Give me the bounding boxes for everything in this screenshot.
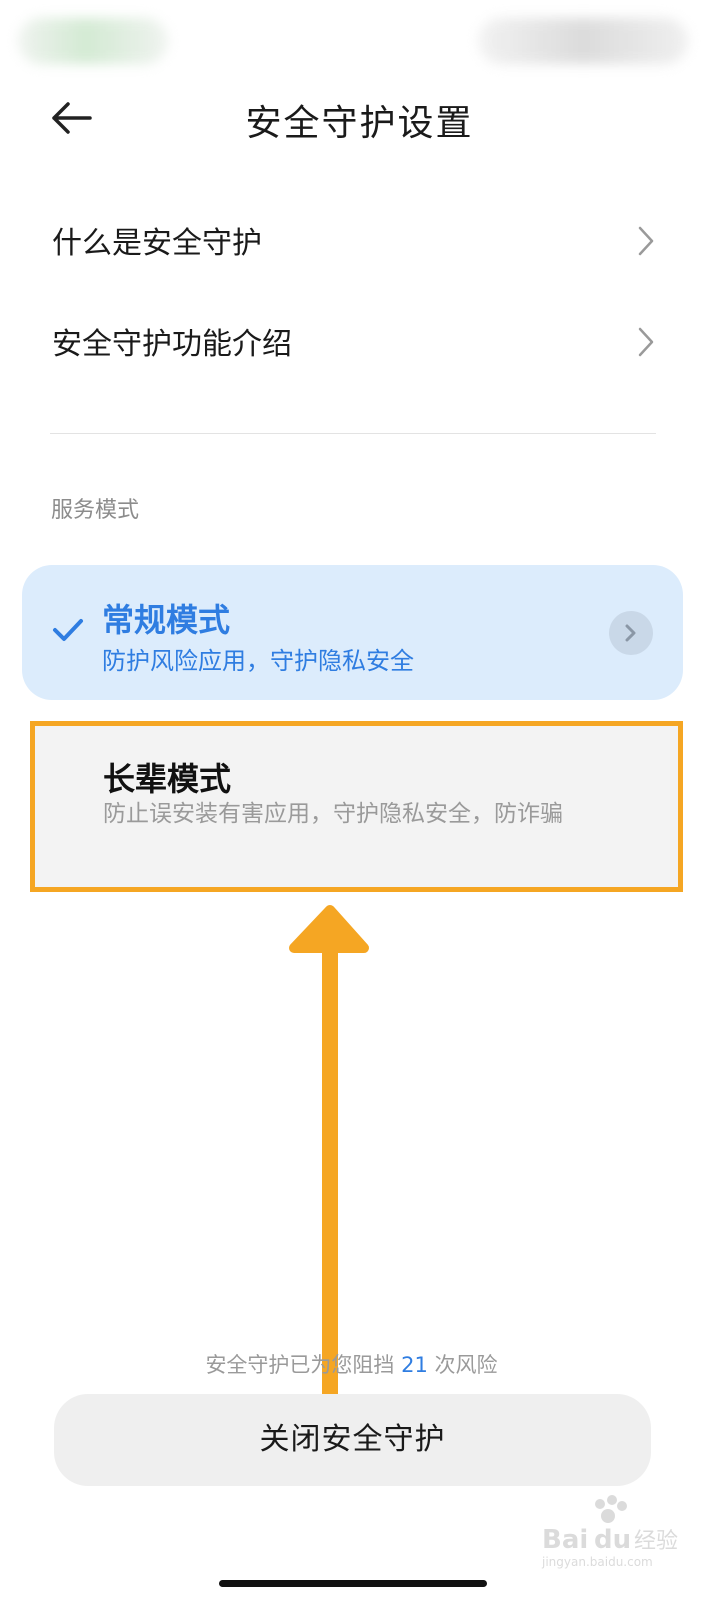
svg-text:jingyan.baidu.com: jingyan.baidu.com <box>541 1555 653 1569</box>
check-icon <box>53 619 83 641</box>
chevron-right-icon <box>638 327 654 357</box>
menu-item-label: 什么是安全守护 <box>52 226 262 261</box>
close-protection-button[interactable]: 关闭安全守护 <box>54 1394 651 1486</box>
svg-text:du: du <box>594 1525 631 1555</box>
baidu-watermark: Bai du 经验 jingyan.baidu.com <box>541 1495 678 1569</box>
svg-text:Bai: Bai <box>542 1525 588 1555</box>
stats-suffix: 次风险 <box>427 1353 498 1377</box>
chevron-right-icon <box>625 624 636 642</box>
divider <box>50 433 656 434</box>
chevron-right-icon <box>638 226 654 256</box>
menu-item-label: 安全守护功能介绍 <box>52 327 292 362</box>
elder-mode-description: 防止误安装有害应用，守护隐私安全，防诈骗 <box>103 801 563 827</box>
menu-item-features[interactable]: 安全守护功能介绍 <box>0 301 719 381</box>
elder-mode-title: 长辈模式 <box>103 760 232 798</box>
status-bar-right <box>478 18 688 64</box>
normal-mode-description: 防护风险应用，守护隐私安全 <box>102 647 414 675</box>
home-indicator[interactable] <box>219 1580 487 1587</box>
svg-text:经验: 经验 <box>634 1529 678 1554</box>
normal-mode-detail-button[interactable] <box>609 611 653 655</box>
stats-count: 21 <box>401 1353 428 1377</box>
normal-mode-title: 常规模式 <box>102 601 231 639</box>
page-title: 安全守护设置 <box>245 103 474 144</box>
annotation-arrow <box>289 905 369 1420</box>
stats-prefix: 安全守护已为您阻挡 <box>205 1353 402 1377</box>
risk-stats-text: 安全守护已为您阻挡 21 次风险 <box>0 1349 703 1379</box>
section-label: 服务模式 <box>51 498 140 523</box>
menu-item-what-is[interactable]: 什么是安全守护 <box>0 200 719 280</box>
elder-mode-option[interactable]: 长辈模式 防止误安装有害应用，守护隐私安全，防诈骗 <box>30 721 683 892</box>
status-bar-left <box>18 18 168 64</box>
normal-mode-option[interactable]: 常规模式 防护风险应用，守护隐私安全 <box>22 565 683 700</box>
